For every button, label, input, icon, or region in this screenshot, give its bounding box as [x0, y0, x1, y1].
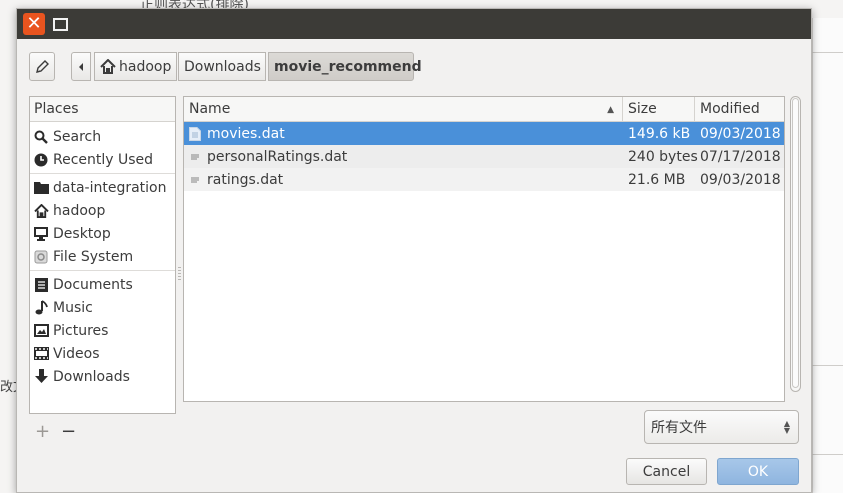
place-label: Desktop: [53, 225, 111, 242]
cancel-button[interactable]: Cancel: [626, 458, 707, 485]
place-label: data-integration: [53, 179, 167, 196]
crumb-hadoop[interactable]: hadoop: [94, 52, 178, 81]
file-type-filter-select[interactable]: 所有文件 ▲ ▼: [644, 410, 799, 444]
file-list: Name ▲ Size Modified movies.dat 149.6 kB…: [183, 96, 785, 402]
places-header: Places: [30, 97, 175, 122]
file-chooser-dialog: ✕ hadoop Downloads movie_recommend Place…: [16, 8, 812, 493]
place-label: File System: [53, 248, 134, 265]
place-videos[interactable]: Videos: [30, 342, 175, 365]
column-name-header[interactable]: Name ▲: [184, 97, 623, 121]
place-label: Music: [53, 299, 93, 316]
file-row[interactable]: personalRatings.dat 240 bytes 07/17/2018: [184, 145, 784, 168]
download-icon: [33, 369, 49, 385]
column-name-label: Name: [189, 101, 231, 117]
place-file-system[interactable]: File System: [30, 245, 175, 268]
place-label: hadoop: [53, 202, 106, 219]
document-icon: [33, 277, 49, 293]
file-name: ratings.dat: [207, 171, 284, 188]
file-modified: 09/03/2018: [700, 125, 781, 142]
place-music[interactable]: Music: [30, 296, 175, 319]
background-panel: [812, 18, 843, 493]
updown-icon: ▲ ▼: [783, 419, 790, 435]
triangle-left-icon: [79, 62, 83, 71]
file-name: personalRatings.dat: [207, 148, 348, 165]
background-divider: [812, 52, 843, 53]
place-label: Videos: [53, 345, 100, 362]
places-divider: [30, 173, 175, 174]
place-label: Documents: [53, 276, 133, 293]
place-documents[interactable]: Documents: [30, 273, 175, 296]
place-downloads[interactable]: Downloads: [30, 365, 175, 388]
place-pictures[interactable]: Pictures: [30, 319, 175, 342]
place-desktop[interactable]: Desktop: [30, 222, 175, 245]
type-location-button[interactable]: [29, 52, 55, 81]
column-size-label: Size: [628, 101, 657, 117]
crumb-movie-recommend[interactable]: movie_recommend: [268, 52, 422, 81]
picture-icon: [33, 323, 49, 339]
background-divider: [812, 454, 843, 455]
place-recently-used[interactable]: Recently Used: [30, 148, 175, 171]
file-row-selected[interactable]: movies.dat 149.6 kB 09/03/2018: [184, 122, 784, 145]
crumb-label: movie_recommend: [274, 58, 422, 75]
file-list-header: Name ▲ Size Modified: [184, 97, 784, 122]
maximize-button[interactable]: [49, 13, 71, 35]
file-size: 21.6 MB: [628, 171, 686, 188]
search-icon: [33, 129, 49, 145]
home-icon: [100, 59, 116, 74]
path-scroll-left-button[interactable]: [71, 52, 91, 81]
clock-icon: [33, 152, 49, 168]
file-size: 149.6 kB: [628, 125, 691, 142]
place-data-integration[interactable]: data-integration: [30, 176, 175, 199]
crumb-label: Downloads: [184, 58, 261, 75]
monitor-icon: [33, 226, 49, 242]
column-modified-label: Modified: [700, 101, 760, 117]
file-icon: [189, 126, 201, 141]
file-row[interactable]: ratings.dat 21.6 MB 09/03/2018: [184, 168, 784, 191]
close-button[interactable]: ✕: [23, 13, 45, 35]
places-divider: [30, 270, 175, 271]
place-label: Recently Used: [53, 151, 154, 168]
maximize-icon: [52, 17, 68, 31]
pencil-icon: [36, 59, 49, 73]
file-icon: [189, 150, 201, 164]
file-size: 240 bytes: [628, 148, 698, 165]
background-divider: [812, 365, 843, 366]
place-label: Search: [53, 128, 102, 145]
close-icon: ✕: [26, 13, 42, 34]
column-modified-header[interactable]: Modified: [695, 97, 784, 121]
remove-bookmark-button[interactable]: −: [61, 421, 76, 442]
ok-button[interactable]: OK: [717, 458, 799, 485]
column-size-header[interactable]: Size: [623, 97, 695, 121]
folder-icon: [33, 180, 49, 196]
titlebar: ✕: [17, 9, 811, 39]
add-bookmark-button[interactable]: +: [35, 421, 50, 442]
ok-button-label: OK: [747, 463, 769, 480]
place-search[interactable]: Search: [30, 125, 175, 148]
home-icon: [33, 203, 49, 219]
place-label: Downloads: [53, 368, 130, 385]
file-modified: 09/03/2018: [700, 171, 781, 188]
sort-ascending-icon: ▲: [607, 105, 614, 115]
music-icon: [33, 300, 49, 316]
places-header-label: Places: [34, 101, 79, 117]
place-hadoop[interactable]: hadoop: [30, 199, 175, 222]
crumb-label: hadoop: [119, 58, 172, 75]
file-icon: [189, 173, 201, 187]
places-sidebar: Places Search Recently Used data-integra…: [29, 96, 176, 414]
scrollbar-thumb[interactable]: [792, 98, 799, 388]
film-icon: [33, 346, 49, 362]
place-label: Pictures: [53, 322, 109, 339]
filter-selected-label: 所有文件: [651, 420, 707, 436]
drive-icon: [33, 249, 49, 265]
file-name: movies.dat: [207, 125, 285, 142]
pane-resize-handle[interactable]: [178, 267, 181, 281]
crumb-downloads[interactable]: Downloads: [178, 52, 266, 81]
file-modified: 07/17/2018: [700, 148, 781, 165]
file-list-scrollbar[interactable]: [790, 96, 801, 392]
cancel-button-label: Cancel: [642, 463, 691, 480]
